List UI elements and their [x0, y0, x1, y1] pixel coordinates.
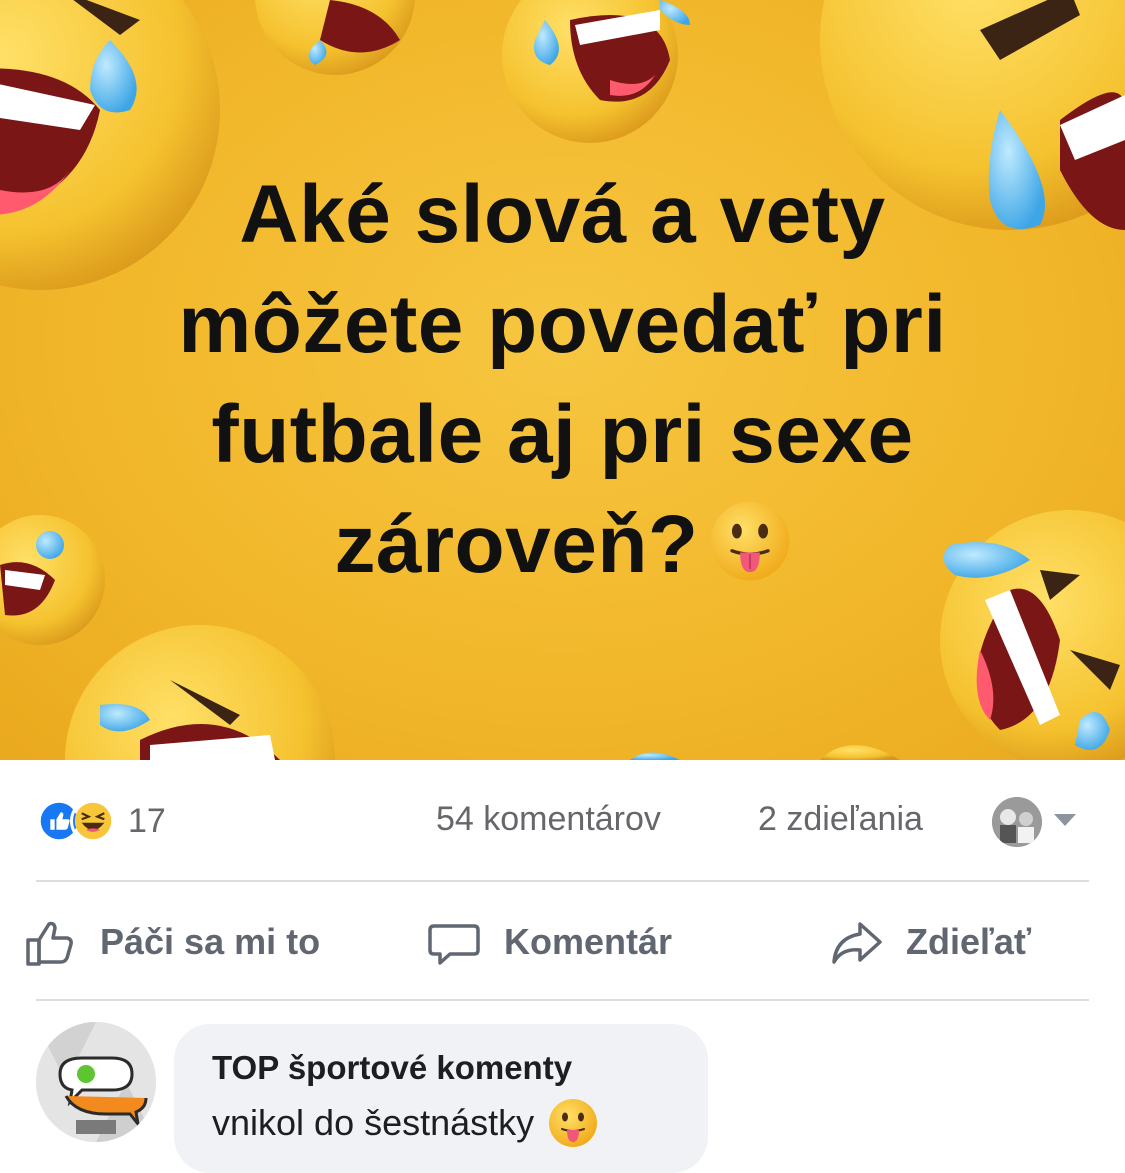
- chevron-down-icon[interactable]: [1054, 814, 1076, 826]
- comment-text: vnikol do šestnástky: [212, 1098, 670, 1148]
- laughing-face-icon-top-center-left: [255, 0, 415, 75]
- post-image-text: Aké slová a vety môžete povedať pri futb…: [40, 160, 1085, 600]
- like-button[interactable]: Páči sa mi to: [22, 912, 320, 972]
- top-sportove-komenty-logo: [36, 1022, 156, 1142]
- shares-count-link[interactable]: 2 zdieľania: [758, 800, 923, 839]
- comment-bubble[interactable]: TOP športové komenty vnikol do šestnástk…: [174, 1024, 708, 1173]
- post-text-line: môžete povedať pri: [178, 279, 947, 370]
- post-image[interactable]: Aké slová a vety môžete povedať pri futb…: [0, 0, 1125, 760]
- comment-button-label: Komentár: [504, 921, 673, 962]
- post-text-line: futbale aj pri sexe: [211, 389, 914, 480]
- laughing-face-icon-bottom-left: [65, 625, 335, 760]
- comment-bubble-icon: [428, 924, 480, 965]
- commenter-avatar[interactable]: [36, 1022, 156, 1142]
- post-text-line: Aké slová a vety: [239, 169, 886, 260]
- page-avatar[interactable]: [992, 797, 1042, 847]
- face-with-tongue-icon: [710, 501, 789, 581]
- avatar-image: [992, 797, 1042, 847]
- comment-button[interactable]: Komentár: [426, 912, 672, 972]
- share-button[interactable]: Zdieľať: [828, 912, 1031, 972]
- face-with-tongue-icon: [549, 1099, 598, 1147]
- comment-text-content: vnikol do šestnástky: [212, 1102, 535, 1143]
- haha-reaction-icon: [70, 798, 116, 844]
- share-button-label: Zdieľať: [906, 921, 1032, 962]
- post-text-line-last: zároveň?: [40, 490, 1085, 600]
- comments-count-link[interactable]: 54 komentárov: [436, 800, 661, 839]
- like-button-label: Páči sa mi to: [100, 921, 321, 962]
- divider: [36, 880, 1089, 882]
- comment-author-link[interactable]: TOP športové komenty: [212, 1048, 670, 1088]
- reactions-summary[interactable]: 17: [36, 798, 166, 844]
- post-text-line-content: zároveň?: [334, 499, 699, 590]
- reaction-count: 17: [128, 801, 166, 840]
- thumbs-up-icon: [26, 921, 73, 966]
- share-arrow-icon: [832, 922, 882, 964]
- post-stats-bar: 17 54 komentárov 2 zdieľania: [0, 760, 1125, 880]
- divider: [36, 999, 1089, 1001]
- laughing-face-icon-top-center: [502, 0, 690, 143]
